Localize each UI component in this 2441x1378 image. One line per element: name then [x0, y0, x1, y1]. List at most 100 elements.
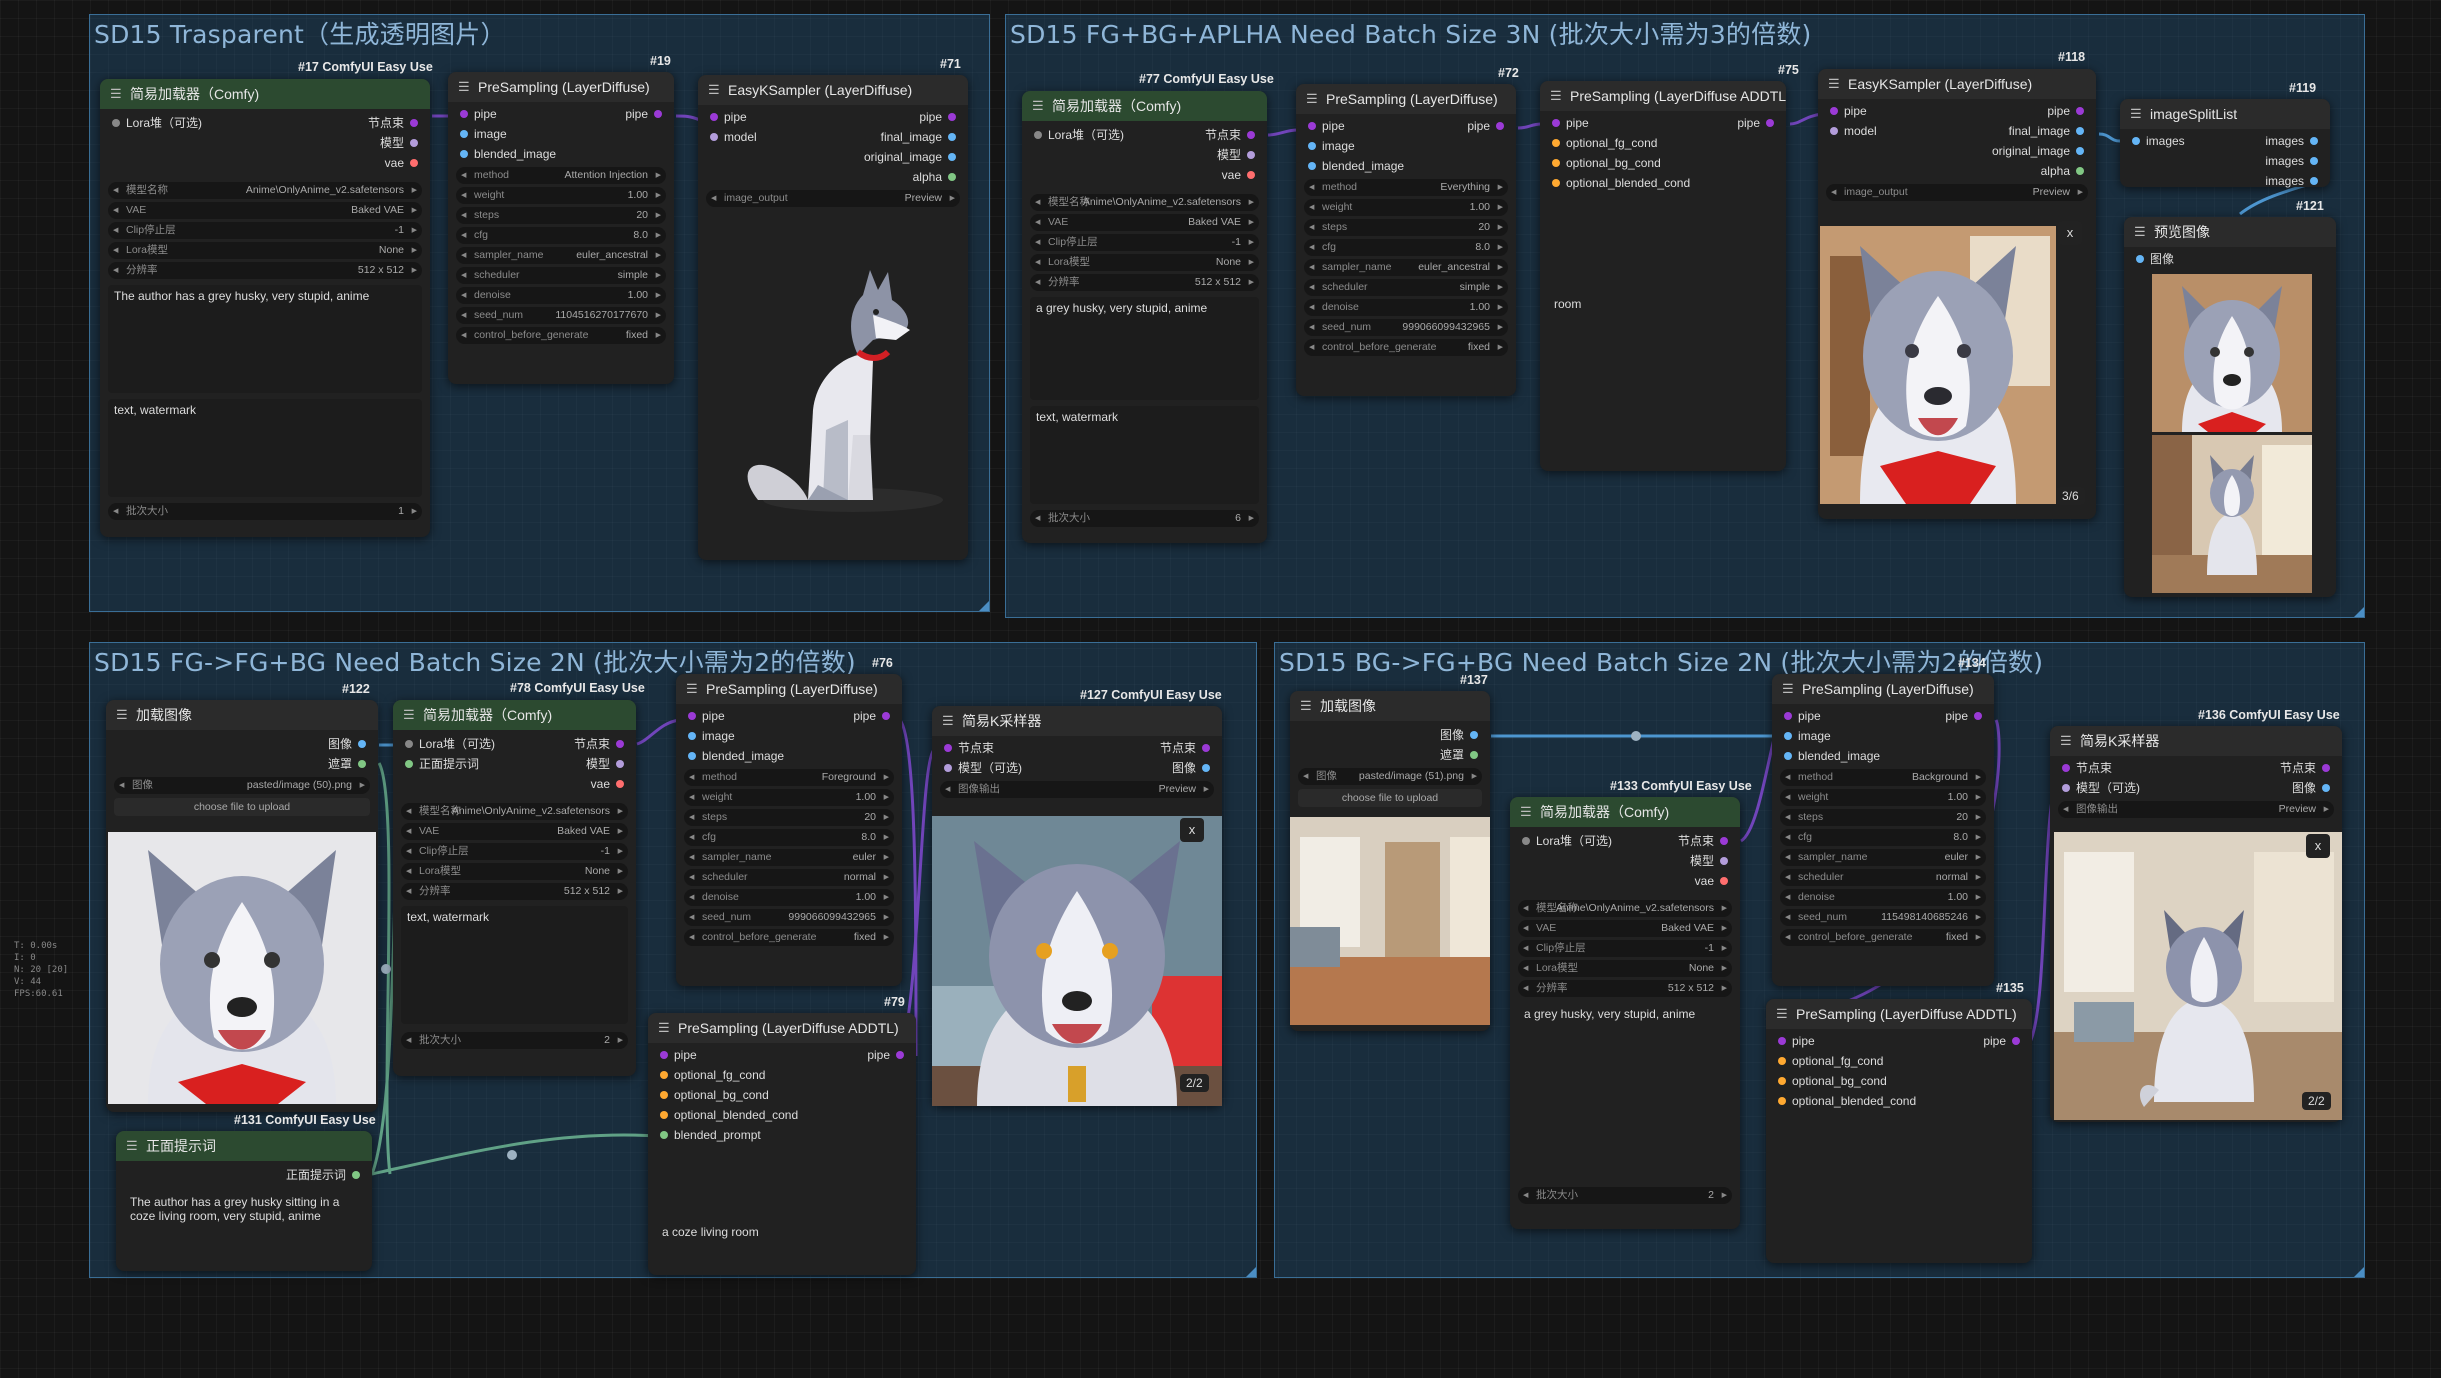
alpha-output[interactable]: alpha: [2041, 161, 2084, 181]
pipe-output[interactable]: pipe: [853, 706, 890, 726]
prompt-textarea[interactable]: a coze living room: [656, 1221, 908, 1259]
scheduler-widget[interactable]: schedulersimple: [1304, 279, 1508, 296]
node-presampling-addtl-135[interactable]: PreSampling (LayerDiffuse ADDTL) pipe pi…: [1766, 999, 2032, 1263]
method-widget[interactable]: methodEverything: [1304, 179, 1508, 196]
node-ksampler-118[interactable]: EasyKSampler (LayerDiffuse) pipe pipe mo…: [1818, 69, 2096, 519]
final-image-output[interactable]: final_image: [881, 127, 956, 147]
node-title[interactable]: 预览图像: [2124, 217, 2336, 247]
blended-cond-input[interactable]: optional_blended_cond: [1552, 173, 1690, 193]
positive-prompt-textarea[interactable]: The author has a grey husky sitting in a…: [124, 1191, 364, 1259]
steps-widget[interactable]: steps20: [1780, 809, 1986, 826]
negative-prompt-textarea[interactable]: text, watermark: [1030, 406, 1259, 504]
vae-widget[interactable]: VAEBaked VAE: [1518, 920, 1732, 937]
cfg-widget[interactable]: cfg8.0: [456, 227, 666, 244]
node-title[interactable]: PreSampling (LayerDiffuse): [1296, 84, 1516, 114]
images-output-1[interactable]: images: [2265, 131, 2318, 151]
ckpt-widget[interactable]: 模型名称Anime\OnlyAnime_v2.safetensors: [401, 803, 628, 820]
lora-stack-input[interactable]: Lora堆（可选): [405, 734, 495, 754]
node-load-image-137[interactable]: 加载图像 图像 遮罩 图像pasted/image (51).png choos…: [1290, 691, 1490, 1031]
node-title[interactable]: imageSplitList: [2120, 99, 2330, 129]
node-easy-loader-133[interactable]: 简易加载器（Comfy) Lora堆（可选) 节点束 模型 vae 模型名称An…: [1510, 797, 1740, 1229]
image-input[interactable]: image: [688, 726, 735, 746]
final-image-output[interactable]: final_image: [2009, 121, 2084, 141]
node-title[interactable]: PreSampling (LayerDiffuse): [676, 674, 902, 704]
group-resize-handle[interactable]: [979, 601, 989, 611]
weight-widget[interactable]: weight1.00: [456, 187, 666, 204]
node-preview-121[interactable]: 预览图像 图像: [2124, 217, 2336, 597]
node-imagesplitlist-119[interactable]: imageSplitList images images images imag…: [2120, 99, 2330, 188]
pipe-output[interactable]: 节点束: [1160, 738, 1210, 758]
pipe-output[interactable]: pipe: [1945, 706, 1982, 726]
images-output-3[interactable]: images: [2265, 171, 2318, 191]
batch-size-widget[interactable]: 批次大小1: [108, 503, 422, 520]
pipe-input[interactable]: 节点束: [2062, 758, 2112, 778]
blended-image-input[interactable]: blended_image: [460, 144, 556, 164]
control-widget[interactable]: control_before_generatefixed: [1304, 339, 1508, 356]
fg-cond-input[interactable]: optional_fg_cond: [660, 1065, 765, 1085]
method-widget[interactable]: methodBackground: [1780, 769, 1986, 786]
scheduler-widget[interactable]: schedulernormal: [684, 869, 894, 886]
lora-widget[interactable]: Lora模型None: [1030, 254, 1259, 271]
steps-widget[interactable]: steps20: [684, 809, 894, 826]
denoise-widget[interactable]: denoise1.00: [684, 889, 894, 906]
cfg-widget[interactable]: cfg8.0: [684, 829, 894, 846]
node-title[interactable]: 加载图像: [1290, 691, 1490, 721]
node-title[interactable]: PreSampling (LayerDiffuse ADDTL): [1766, 999, 2032, 1029]
node-title[interactable]: 简易加载器（Comfy): [393, 700, 636, 730]
model-input[interactable]: 模型（可选): [2062, 778, 2140, 798]
node-ksampler-71[interactable]: EasyKSampler (LayerDiffuse) pipe pipe mo…: [698, 75, 968, 560]
node-title[interactable]: PreSampling (LayerDiffuse): [448, 72, 674, 102]
images-input[interactable]: images: [2132, 131, 2185, 151]
image-output-widget[interactable]: image_outputPreview: [706, 190, 960, 207]
node-title[interactable]: 简易K采样器: [2050, 726, 2342, 756]
sampler-widget[interactable]: sampler_nameeuler: [684, 849, 894, 866]
clip-skip-widget[interactable]: Clip停止层-1: [108, 222, 422, 239]
node-title[interactable]: EasyKSampler (LayerDiffuse): [1818, 69, 2096, 99]
model-input[interactable]: model: [1830, 121, 1877, 141]
negative-prompt-textarea[interactable]: text, watermark: [108, 399, 422, 497]
vae-output[interactable]: vae: [591, 774, 624, 794]
vae-widget[interactable]: VAEBaked VAE: [108, 202, 422, 219]
denoise-widget[interactable]: denoise1.00: [1780, 889, 1986, 906]
pipe-input[interactable]: pipe: [1784, 706, 1821, 726]
model-output[interactable]: 模型: [1217, 145, 1255, 165]
node-ksampler-136[interactable]: 简易K采样器 节点束 节点束 模型（可选) 图像 图像输出Preview x 2…: [2050, 726, 2342, 1122]
image-file-widget[interactable]: 图像pasted/image (51).png: [1298, 768, 1482, 785]
pipe-output[interactable]: 节点束: [368, 113, 418, 133]
vae-widget[interactable]: VAEBaked VAE: [1030, 214, 1259, 231]
control-widget[interactable]: control_before_generatefixed: [1780, 929, 1986, 946]
close-preview-button[interactable]: x: [1180, 818, 1204, 842]
node-presampling-19[interactable]: PreSampling (LayerDiffuse) pipe pipe ima…: [448, 72, 674, 384]
model-input[interactable]: model: [710, 127, 757, 147]
node-title[interactable]: PreSampling (LayerDiffuse ADDTL): [1540, 81, 1786, 111]
pipe-input[interactable]: 节点束: [944, 738, 994, 758]
node-title[interactable]: 简易K采样器: [932, 706, 1222, 736]
positive-prompt-textarea[interactable]: a grey husky, very stupid, anime: [1030, 297, 1259, 400]
image-output[interactable]: 图像: [1172, 758, 1210, 778]
node-title[interactable]: 简易加载器（Comfy): [1022, 91, 1267, 121]
sampler-widget[interactable]: sampler_nameeuler_ancestral: [1304, 259, 1508, 276]
resolution-widget[interactable]: 分辨率512 x 512: [401, 883, 628, 900]
bg-cond-input[interactable]: optional_bg_cond: [1778, 1071, 1887, 1091]
resolution-widget[interactable]: 分辨率512 x 512: [108, 262, 422, 279]
image-output-widget[interactable]: 图像输出Preview: [2058, 801, 2334, 818]
clip-skip-widget[interactable]: Clip停止层-1: [401, 843, 628, 860]
ckpt-widget[interactable]: 模型名称Anime\OnlyAnime_v2.safetensors: [108, 182, 422, 199]
scheduler-widget[interactable]: schedulernormal: [1780, 869, 1986, 886]
seed-widget[interactable]: seed_num999066099432965: [1304, 319, 1508, 336]
close-preview-button[interactable]: x: [2058, 221, 2082, 245]
resolution-widget[interactable]: 分辨率512 x 512: [1518, 980, 1732, 997]
pipe-input[interactable]: pipe: [688, 706, 725, 726]
pipe-output[interactable]: pipe: [1737, 113, 1774, 133]
image-output[interactable]: 图像: [1440, 725, 1478, 745]
lora-stack-input[interactable]: Lora堆（可选): [112, 113, 202, 133]
node-title[interactable]: PreSampling (LayerDiffuse ADDTL): [648, 1013, 916, 1043]
node-title[interactable]: 加载图像: [106, 700, 378, 730]
pipe-output[interactable]: pipe: [867, 1045, 904, 1065]
mask-output[interactable]: 遮罩: [1440, 745, 1478, 765]
pipe-output[interactable]: pipe: [1467, 116, 1504, 136]
seed-widget[interactable]: seed_num115498140685246: [1780, 909, 1986, 926]
positive-prompt-textarea[interactable]: a grey husky, very stupid, anime: [1518, 1003, 1732, 1181]
denoise-widget[interactable]: denoise1.00: [456, 287, 666, 304]
image-input[interactable]: image: [1784, 726, 1831, 746]
